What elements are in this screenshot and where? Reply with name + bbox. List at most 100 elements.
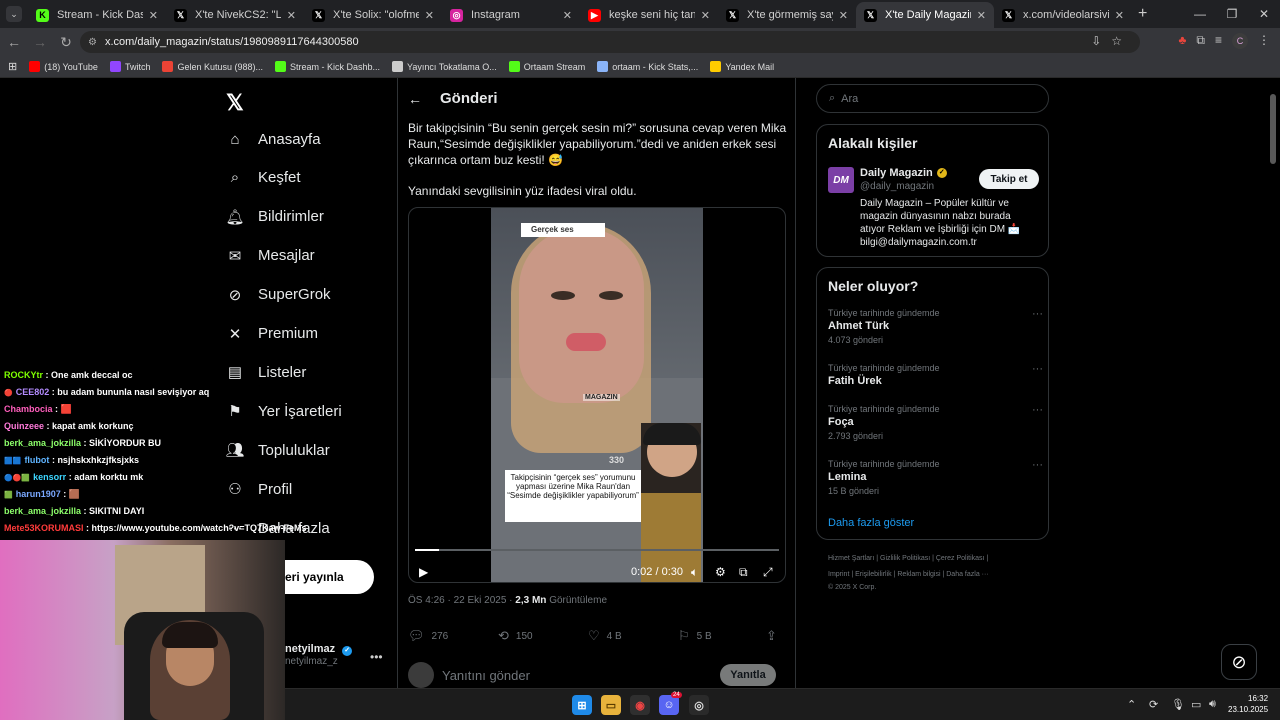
minimize-button[interactable]: — xyxy=(1184,0,1216,28)
reply-submit-button[interactable]: Yanıtla xyxy=(720,664,776,686)
video-player[interactable]: Gerçek ses MAGAZIN 330 Takipçisinin “ger… xyxy=(408,207,786,583)
apps-icon[interactable]: ⊞ xyxy=(8,60,17,73)
bookmark-2[interactable]: Gelen Kutusu (988)... xyxy=(162,61,263,72)
sidebar-item-6[interactable]: ▤ Listeler xyxy=(226,363,306,382)
sidebar-item-3[interactable]: ✉ Mesajlar xyxy=(226,247,315,265)
trend-item[interactable]: Türkiye tarihinde gündemde Lemina 15 B gön… xyxy=(828,459,1043,496)
tab-2[interactable]: 𝕏 X'te Solix: "olofmeister ch ✕ xyxy=(304,2,442,28)
bookmark-3[interactable]: Stream - Kick Dashb... xyxy=(275,61,380,72)
tab-close-icon[interactable]: ✕ xyxy=(287,9,296,22)
close-window-button[interactable]: ✕ xyxy=(1248,0,1280,28)
account-switcher[interactable]: netyilmaz ✓ netyilmaz_z xyxy=(285,643,353,667)
sidebar-item-7[interactable]: ⚑ Yer İşaretleri xyxy=(226,402,341,421)
tab-5[interactable]: 𝕏 X'te görmemiş sayıyorum ✕ xyxy=(718,2,856,28)
show-more-link[interactable]: Daha fazla göster xyxy=(828,517,914,529)
account-more-icon[interactable]: ••• xyxy=(370,650,383,664)
tab-7[interactable]: 𝕏x.com/videolarsivi/status ✕ xyxy=(994,2,1132,28)
bookmark-1[interactable]: Twitch xyxy=(109,61,150,72)
follow-button[interactable]: Takip et xyxy=(979,169,1039,189)
reply-button[interactable]: 💬︎ 276 xyxy=(408,628,448,644)
volume-tray-icon[interactable]: 🔊︎ xyxy=(1209,698,1216,711)
mic-icon[interactable]: 🎙︎ xyxy=(1171,698,1185,711)
sidebar-item-1[interactable]: ⌕ Keşfet xyxy=(226,169,301,187)
repost-button[interactable]: ⟲ 150 xyxy=(498,628,533,644)
footer-links-2[interactable]: Imprint | Erişilebilirlik | Reklam bilgi… xyxy=(828,571,989,578)
tab-close-icon[interactable]: ✕ xyxy=(701,9,710,22)
reload-button[interactable]: ↻ xyxy=(54,30,78,54)
post-button[interactable]: eri yayınla xyxy=(280,560,374,594)
trend-item[interactable]: Türkiye tarihinde gündemde Ahmet Türk 4.07… xyxy=(828,308,1043,345)
tab-close-icon[interactable]: ✕ xyxy=(839,9,848,22)
site-info-icon[interactable]: ⚙ xyxy=(88,37,97,48)
profile-avatar[interactable]: C xyxy=(1232,33,1248,49)
puzzle-icon[interactable]: ⧉ xyxy=(1196,33,1205,49)
media-icon[interactable]: ≡ xyxy=(1215,33,1222,49)
forward-button[interactable]: → xyxy=(28,30,52,54)
grok-icon[interactable]: ⊘ xyxy=(1221,644,1257,680)
tray-sync-icon[interactable]: ⟳ xyxy=(1149,698,1158,711)
windows-start-icon[interactable]: ⊞ xyxy=(572,695,592,715)
tweet-timestamp[interactable]: ÖS 4:26 · 22 Eki 2025 · xyxy=(408,595,513,606)
tab-3[interactable]: ◎ Instagram ✕ xyxy=(442,2,580,28)
bookmark-0[interactable]: (18) YouTube xyxy=(29,61,98,72)
sidebar-item-0[interactable]: ⌂ Anasayfa xyxy=(226,130,320,148)
tab-close-icon[interactable]: ✕ xyxy=(977,9,986,22)
new-tab-button[interactable]: + xyxy=(1138,5,1147,23)
tab-4[interactable]: ▶ keşke seni hiç tanımasaydı ✕ xyxy=(580,2,718,28)
trend-item[interactable]: Türkiye tarihinde gündemde Foça 2.793 gönd… xyxy=(828,404,1043,441)
x-logo-icon[interactable]: 𝕏 xyxy=(226,90,244,116)
search-input[interactable]: ⌕ Ara xyxy=(816,84,1049,113)
video-progress-bar[interactable] xyxy=(415,549,779,551)
tab-close-icon[interactable]: ✕ xyxy=(149,9,158,22)
menu-icon[interactable]: ⋮ xyxy=(1258,33,1270,49)
related-name[interactable]: Daily Magazin ✓ xyxy=(860,167,947,179)
tab-close-icon[interactable]: ✕ xyxy=(1115,9,1124,22)
back-arrow-icon[interactable]: ← xyxy=(408,91,422,107)
sidebar-item-4[interactable]: ⊘ SuperGrok xyxy=(226,286,331,304)
trend-more-icon[interactable]: ··· xyxy=(1032,363,1043,375)
picture-in-picture-icon[interactable]: ⧉ xyxy=(739,565,748,580)
like-button[interactable]: ♡ 4 B xyxy=(588,628,622,644)
sidebar-item-5[interactable]: ✕ Premium xyxy=(226,325,318,343)
bookmark-5[interactable]: Ortaam Stream xyxy=(508,61,585,72)
trend-more-icon[interactable]: ··· xyxy=(1032,308,1043,320)
trend-more-icon[interactable]: ··· xyxy=(1032,404,1043,416)
scrollbar[interactable] xyxy=(1270,94,1276,164)
tab-close-icon[interactable]: ✕ xyxy=(563,9,572,22)
taskbar-clock[interactable]: 16:32 23.10.2025 xyxy=(1228,693,1268,715)
trend-more-icon[interactable]: ··· xyxy=(1032,459,1043,471)
volume-icon[interactable]: 🔈︎ xyxy=(691,565,698,580)
sidebar-item-9[interactable]: ⚇ Profil xyxy=(226,480,292,499)
tab-1[interactable]: 𝕏 X'te NivekCS2: "La update ✕ xyxy=(166,2,304,28)
tab-0[interactable]: K Stream - Kick Dashboard ✕ xyxy=(28,2,166,28)
extension-icon[interactable]: ♣ xyxy=(1179,33,1187,49)
obs-icon[interactable]: ◎ xyxy=(689,695,709,715)
bookmark-6[interactable]: ortaam - Kick Stats,... xyxy=(597,61,698,72)
star-icon[interactable]: ⇩☆ xyxy=(1091,34,1132,48)
tab-6[interactable]: 𝕏 X'te Daily Magazin: "Mika ✕ xyxy=(856,2,994,28)
settings-icon[interactable]: ⚙ xyxy=(715,565,726,579)
sidebar-item-2[interactable]: 🔔︎ Bildirimler xyxy=(225,208,323,226)
play-icon[interactable]: ▶ xyxy=(419,565,428,579)
bookmark-4[interactable]: Yayıncı Tokatlama O... xyxy=(392,61,497,72)
file-explorer-icon[interactable]: ▭ xyxy=(601,695,621,715)
share-button[interactable]: ⇪ xyxy=(766,628,784,644)
bookmark-button[interactable]: ⚐ 5 B xyxy=(678,628,712,644)
tray-chevron-icon[interactable]: ⌃ xyxy=(1127,698,1136,711)
address-bar[interactable]: ⚙ x.com/daily_magazin/status/19809891176… xyxy=(80,31,1140,53)
maximize-button[interactable]: ❐ xyxy=(1216,0,1248,28)
chrome-icon[interactable]: ◉ xyxy=(630,695,650,715)
network-icon[interactable]: ▭ xyxy=(1191,698,1201,711)
discord-icon[interactable]: ☺ xyxy=(659,695,679,715)
trend-item[interactable]: Türkiye tarihinde gündemde Fatih Ürek ··· xyxy=(828,363,1043,390)
bookmark-7[interactable]: Yandex Mail xyxy=(710,61,774,72)
avatar[interactable]: DM xyxy=(828,167,854,193)
tab-close-icon[interactable]: ✕ xyxy=(425,9,434,22)
fullscreen-icon[interactable]: ⤢ xyxy=(763,565,773,580)
sidebar-item-8[interactable]: 👥︎ Topluluklar xyxy=(225,441,329,460)
sidebar-item-label: SuperGrok xyxy=(258,286,331,304)
reply-input[interactable]: Yanıtını gönder xyxy=(442,668,530,683)
tab-search-button[interactable]: ⌄ xyxy=(6,6,22,22)
footer-links[interactable]: Hizmet Şartları | Gizlilik Politikası | … xyxy=(828,555,988,562)
back-button[interactable]: ← xyxy=(2,30,26,54)
